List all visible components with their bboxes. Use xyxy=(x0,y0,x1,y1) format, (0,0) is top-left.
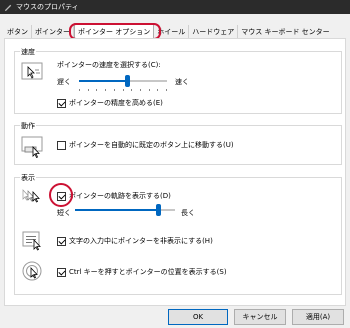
long-label: 長く xyxy=(181,209,195,217)
speed-slider-fill xyxy=(79,80,127,82)
speed-slider-tick xyxy=(79,89,80,91)
speed-slider-tick xyxy=(166,89,167,91)
dialog-body: ボタン ポインター ポインター オプション ホイール ハードウェア マウス キー… xyxy=(0,14,350,328)
tab-mouse-keyboard-center[interactable]: マウス キーボード センター xyxy=(238,25,333,39)
motion-group-title: 速度 xyxy=(20,47,36,57)
speed-slider-tick xyxy=(123,89,124,91)
speed-slider-tick xyxy=(131,89,132,91)
visibility-group-title: 表示 xyxy=(20,173,36,183)
tab-hardware[interactable]: ハードウェア xyxy=(189,25,239,39)
snap-group-title: 動作 xyxy=(20,121,36,131)
speed-slider-ticks xyxy=(79,89,167,92)
speed-slider-tick xyxy=(157,89,158,91)
apply-button[interactable]: 適用(A) xyxy=(292,309,344,325)
speed-slider-thumb[interactable] xyxy=(125,75,130,87)
mouse-icon xyxy=(4,4,12,11)
trails-checkbox[interactable] xyxy=(57,191,66,201)
ctrl-locate-label: Ctrl キーを押すとポインターの位置を表示する(S) xyxy=(69,268,227,276)
ctrl-row[interactable]: Ctrl キーを押すとポインターの位置を表示する(S) xyxy=(57,267,227,277)
short-label: 短く xyxy=(57,209,71,217)
precision-row[interactable]: ポインターの精度を高める(E) xyxy=(57,98,163,108)
snap-label: ポインターを自動的に既定のボタン上に移動する(U) xyxy=(69,141,234,149)
speed-label-row: ポインターの速度を選択する(C): xyxy=(57,60,161,70)
speed-slider-tick xyxy=(88,89,89,91)
speed-slider-tick xyxy=(149,89,150,91)
window-title: マウスのプロパティ xyxy=(16,3,79,11)
visibility-group: 表示 ポインターの軌跡を表示する(D) 短く 長く 文字の入力中にポインターを非… xyxy=(14,173,342,295)
speed-label: ポインターの速度を選択する(C): xyxy=(57,61,161,69)
tab-buttons[interactable]: ボタン xyxy=(4,25,32,39)
title-bar: マウスのプロパティ xyxy=(0,0,350,14)
trails-slider[interactable] xyxy=(75,203,175,217)
fast-label: 速く xyxy=(175,78,189,86)
precision-label: ポインターの精度を高める(E) xyxy=(69,99,163,107)
snap-to-icon xyxy=(21,136,43,159)
pointer-trails-icon xyxy=(22,189,40,203)
trails-slider-fill xyxy=(75,209,158,211)
tab-strip: ボタン ポインター ポインター オプション ホイール ハードウェア マウス キー… xyxy=(4,23,333,39)
tab-pointers[interactable]: ポインター xyxy=(32,25,74,39)
snap-checkbox[interactable] xyxy=(57,140,66,150)
tab-wheel[interactable]: ホイール xyxy=(154,25,190,39)
ctrl-locate-icon xyxy=(22,261,42,281)
speed-slider[interactable] xyxy=(79,74,167,91)
snap-group: 動作 ポインターを自動的に既定のボタン上に移動する(U) xyxy=(14,121,342,165)
tab-pointer-options[interactable]: ポインター オプション xyxy=(74,23,155,39)
tab-panel: 速度 ポインターの速度を選択する(C): 遅く 速く ポインターの精度を高める(… xyxy=(4,38,346,306)
hide-while-typing-icon xyxy=(22,231,41,251)
hide-while-typing-label: 文字の入力中にポインターを非表示にする(H) xyxy=(69,237,213,245)
speed-slider-tick xyxy=(114,89,115,91)
trails-slider-thumb[interactable] xyxy=(156,204,161,216)
pointer-speed-icon xyxy=(21,62,43,80)
ok-button[interactable]: OK xyxy=(168,309,228,325)
cancel-button[interactable]: キャンセル xyxy=(234,309,286,325)
trails-row[interactable]: ポインターの軌跡を表示する(D) xyxy=(57,191,171,201)
speed-slider-tick xyxy=(105,89,106,91)
speed-slider-tick xyxy=(140,89,141,91)
precision-checkbox[interactable] xyxy=(57,98,66,108)
motion-group: 速度 ポインターの速度を選択する(C): 遅く 速く ポインターの精度を高める(… xyxy=(14,47,342,114)
speed-slider-tick xyxy=(96,89,97,91)
slow-label: 遅く xyxy=(57,78,71,86)
trails-label: ポインターの軌跡を表示する(D) xyxy=(69,192,171,200)
hide-row[interactable]: 文字の入力中にポインターを非表示にする(H) xyxy=(57,236,213,246)
ctrl-locate-checkbox[interactable] xyxy=(57,267,66,277)
snap-row[interactable]: ポインターを自動的に既定のボタン上に移動する(U) xyxy=(57,140,234,150)
hide-while-typing-checkbox[interactable] xyxy=(57,236,66,246)
